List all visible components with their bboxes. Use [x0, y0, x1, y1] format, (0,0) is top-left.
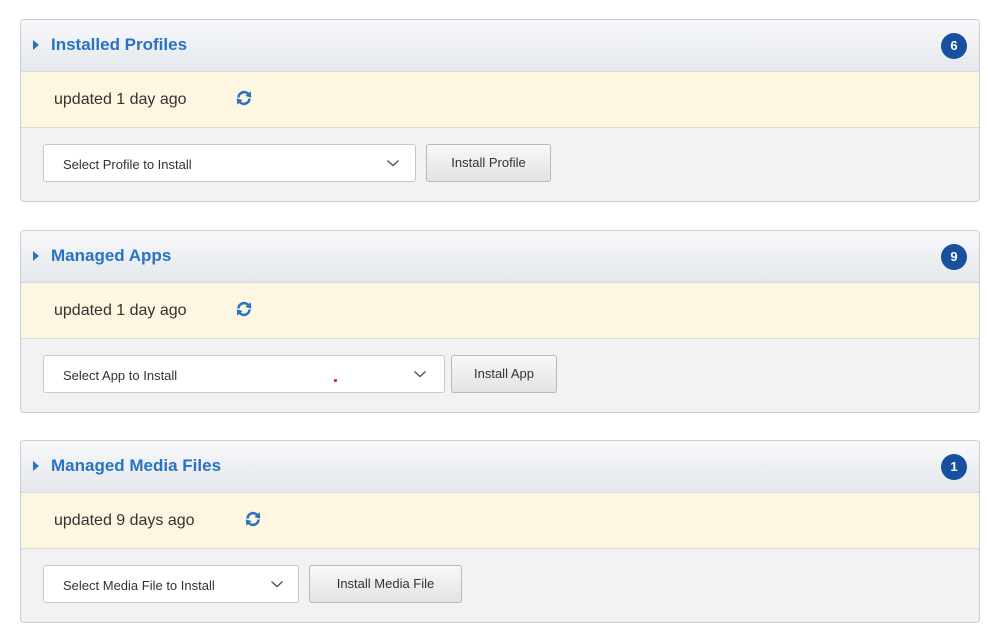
managed-apps-count-badge: 9	[941, 244, 967, 270]
managed-media-files-action-row: Select Media File to Install Install Med…	[21, 549, 979, 621]
caret-right-icon[interactable]	[33, 251, 39, 261]
managed-media-files-count-badge: 1	[941, 454, 967, 480]
refresh-icon[interactable]	[235, 89, 253, 107]
caret-right-icon[interactable]	[33, 461, 39, 471]
chevron-down-icon	[414, 370, 426, 378]
installed-profiles-status-row: updated 1 day ago	[21, 72, 979, 128]
caret-right-icon[interactable]	[33, 40, 39, 50]
managed-media-files-title[interactable]: Managed Media Files	[51, 456, 221, 476]
managed-apps-panel: Managed Apps 9 updated 1 day ago Select …	[20, 230, 980, 413]
managed-media-files-panel: Managed Media Files 1 updated 9 days ago…	[20, 440, 980, 623]
managed-apps-title[interactable]: Managed Apps	[51, 246, 171, 266]
app-select[interactable]: Select App to Install	[43, 355, 445, 393]
chevron-down-icon	[271, 580, 283, 588]
install-media-file-button[interactable]: Install Media File	[309, 565, 462, 603]
media-file-select-placeholder: Select Media File to Install	[63, 578, 215, 593]
installed-profiles-header[interactable]: Installed Profiles 6	[21, 20, 979, 72]
stray-mark	[334, 379, 337, 382]
profile-select[interactable]: Select Profile to Install	[43, 144, 416, 182]
app-select-placeholder: Select App to Install	[63, 368, 178, 383]
managed-apps-status-text: updated 1 day ago	[54, 302, 187, 319]
refresh-icon[interactable]	[244, 510, 262, 528]
installed-profiles-action-row: Select Profile to Install Install Profil…	[21, 128, 979, 200]
profile-select-placeholder: Select Profile to Install	[63, 157, 192, 172]
managed-apps-status-row: updated 1 day ago	[21, 283, 979, 339]
chevron-down-icon	[387, 159, 399, 167]
install-profile-button[interactable]: Install Profile	[426, 144, 551, 182]
install-app-button[interactable]: Install App	[451, 355, 557, 393]
managed-media-files-status-row: updated 9 days ago	[21, 493, 979, 549]
installed-profiles-title[interactable]: Installed Profiles	[51, 35, 187, 55]
refresh-icon[interactable]	[235, 300, 253, 318]
installed-profiles-count-badge: 6	[941, 33, 967, 59]
installed-profiles-status-text: updated 1 day ago	[54, 91, 187, 108]
managed-apps-header[interactable]: Managed Apps 9	[21, 231, 979, 283]
managed-apps-action-row: Select App to Install Install App	[21, 339, 979, 411]
managed-media-files-status-text: updated 9 days ago	[54, 512, 195, 529]
media-file-select[interactable]: Select Media File to Install	[43, 565, 299, 603]
installed-profiles-panel: Installed Profiles 6 updated 1 day ago S…	[20, 19, 980, 202]
managed-media-files-header[interactable]: Managed Media Files 1	[21, 441, 979, 493]
